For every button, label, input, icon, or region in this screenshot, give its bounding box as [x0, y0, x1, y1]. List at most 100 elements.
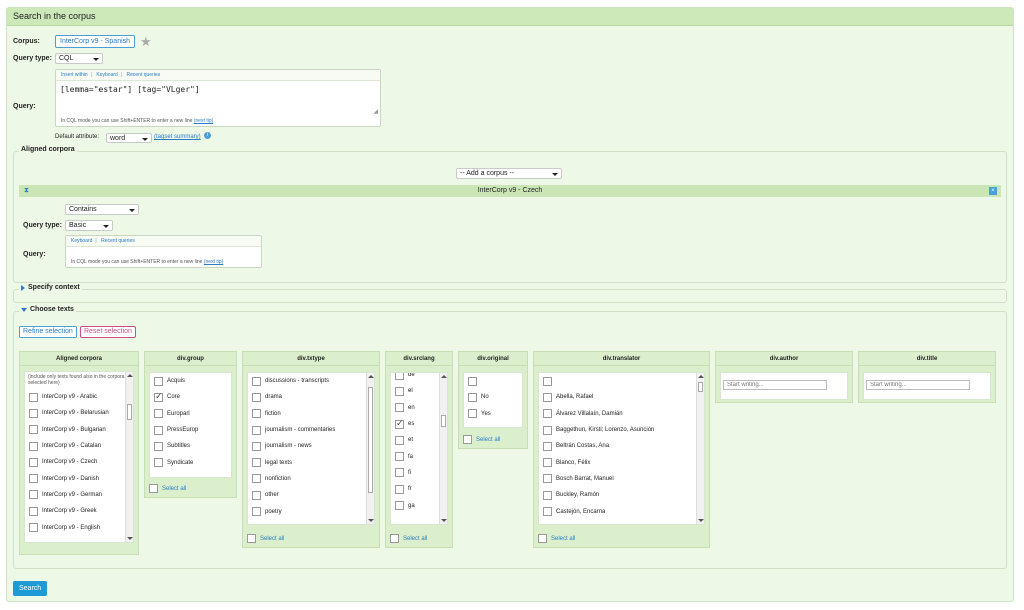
choose-texts-toggle[interactable]: Choose texts [19, 306, 76, 313]
recent-queries-link[interactable]: Recent queries [127, 72, 161, 78]
checkbox[interactable] [395, 403, 404, 413]
checkbox[interactable] [252, 425, 261, 435]
next-tip-link[interactable]: (next tip) [194, 118, 213, 124]
keyboard-link[interactable]: Keyboard [96, 72, 117, 78]
specify-context-toggle[interactable]: Specify context [19, 284, 82, 291]
checkbox[interactable] [252, 376, 261, 386]
aligned-corpus-item[interactable]: InterCorp v9 - Arabic [25, 389, 133, 405]
checkbox[interactable] [29, 506, 38, 516]
checkbox[interactable] [154, 441, 163, 451]
checkbox[interactable] [252, 490, 261, 500]
group-item[interactable]: Europarl [150, 406, 231, 422]
refine-selection-button[interactable]: Refine selection [19, 326, 77, 338]
info-icon[interactable]: i [204, 132, 211, 139]
translator-item[interactable]: Beltrán Costas, Ana [539, 438, 704, 454]
checkbox[interactable] [543, 474, 552, 484]
default-attribute-select[interactable]: word [106, 133, 152, 143]
scrollbar[interactable] [125, 372, 133, 542]
checkbox[interactable] [543, 425, 552, 435]
checkbox[interactable] [395, 484, 404, 494]
reset-selection-button[interactable]: Reset selection [80, 326, 136, 338]
checkbox[interactable] [395, 386, 404, 396]
txtype-select-all[interactable]: Select all [247, 534, 284, 543]
checkbox[interactable] [29, 457, 38, 467]
aligned-corpus-item[interactable]: InterCorp v9 - Catalan [25, 438, 133, 454]
checkbox[interactable] [154, 458, 163, 468]
txtype-item[interactable]: other [248, 487, 374, 503]
aligned-query-type-select[interactable]: Basic [65, 220, 113, 231]
checkbox[interactable] [29, 392, 38, 402]
aligned-corpus-item[interactable]: InterCorp v9 - Bulgarian [25, 422, 133, 438]
checkbox[interactable] [252, 441, 261, 451]
txtype-item[interactable]: discussions - transcripts [248, 373, 374, 389]
translator-item[interactable]: Baggethun, Kirsti; Lorenzo, Asunción [539, 422, 704, 438]
txtype-item[interactable]: drama [248, 389, 374, 405]
checkbox[interactable] [29, 490, 38, 500]
checkbox[interactable] [543, 392, 552, 402]
aligned-corpus-item[interactable]: InterCorp v9 - English [25, 519, 133, 535]
checkbox[interactable] [154, 391, 163, 402]
original-item[interactable]: Yes [464, 406, 522, 422]
txtype-item[interactable]: fiction [248, 406, 374, 422]
checkbox[interactable] [395, 373, 404, 380]
checkbox[interactable] [395, 452, 404, 462]
checkbox[interactable] [252, 458, 261, 468]
group-item[interactable]: Subtitles [150, 438, 231, 454]
close-icon[interactable]: × [989, 187, 997, 195]
group-item[interactable]: PressEurop [150, 422, 231, 438]
aligned-recent-queries-link[interactable]: Recent queries [101, 238, 135, 244]
checkbox[interactable] [395, 501, 404, 511]
translator-select-all[interactable]: Select all [538, 534, 575, 543]
checkbox[interactable] [154, 409, 163, 419]
txtype-item[interactable]: journalism - commentaries [248, 422, 374, 438]
checkbox[interactable] [543, 490, 552, 500]
checkbox[interactable] [543, 409, 552, 419]
star-icon[interactable]: ★ [140, 34, 152, 50]
query-textarea[interactable]: [lemma="estar"] [tag="VLger"] [56, 81, 380, 98]
add-corpus-select[interactable]: -- Add a corpus -- [456, 168, 562, 179]
aligned-keyboard-link[interactable]: Keyboard [71, 238, 92, 244]
aligned-corpus-item[interactable]: InterCorp v9 - Belarusian [25, 405, 133, 421]
checkbox[interactable] [543, 441, 552, 451]
checkbox[interactable] [395, 468, 404, 478]
contains-select[interactable]: Contains [65, 204, 139, 215]
checkbox[interactable] [543, 376, 552, 386]
original-item[interactable]: No [464, 389, 522, 405]
aligned-corpus-item[interactable]: InterCorp v9 - Danish [25, 470, 133, 486]
translator-item[interactable]: Buckley, Ramón [539, 487, 704, 503]
translator-item[interactable]: Castejón, Encarna [539, 503, 704, 519]
checkbox[interactable] [543, 458, 552, 468]
checkbox[interactable] [395, 435, 404, 445]
scrollbar[interactable] [366, 373, 374, 524]
checkbox[interactable] [395, 418, 404, 429]
group-item[interactable]: Acquis [150, 373, 231, 389]
query-type-select[interactable]: CQL [55, 53, 103, 64]
checkbox[interactable] [468, 392, 477, 402]
checkbox[interactable] [468, 376, 477, 386]
original-item[interactable] [464, 373, 522, 389]
aligned-corpus-item[interactable]: InterCorp v9 - German [25, 487, 133, 503]
aligned-corpus-item[interactable]: InterCorp v9 - Greek [25, 503, 133, 519]
translator-item[interactable]: Blanco, Félix [539, 454, 704, 470]
translator-item[interactable]: Álvarez Villalaín, Damián [539, 406, 704, 422]
aligned-corpus-item[interactable]: InterCorp v9 - Czech [25, 454, 133, 470]
group-item[interactable]: Syndicate [150, 454, 231, 470]
checkbox[interactable] [29, 523, 38, 533]
checkbox[interactable] [543, 507, 552, 517]
checkbox[interactable] [29, 474, 38, 484]
txtype-item[interactable]: journalism - news [248, 438, 374, 454]
checkbox[interactable] [252, 507, 261, 517]
checkbox[interactable] [252, 392, 261, 402]
checkbox[interactable] [252, 474, 261, 484]
checkbox[interactable] [29, 441, 38, 451]
scrollbar[interactable] [439, 373, 447, 524]
srclang-select-all[interactable]: Select all [390, 534, 427, 543]
checkbox[interactable] [154, 376, 163, 386]
checkbox[interactable] [29, 408, 38, 418]
aligned-query-textarea[interactable] [66, 247, 261, 257]
corpus-select-button[interactable]: InterCorp v9 - Spanish [55, 35, 136, 48]
translator-item[interactable] [539, 373, 704, 389]
txtype-item[interactable]: poetry [248, 503, 374, 519]
tagset-summary-link[interactable]: (tagset summary) [154, 134, 201, 140]
aligned-next-tip-link[interactable]: (next tip) [204, 259, 223, 265]
